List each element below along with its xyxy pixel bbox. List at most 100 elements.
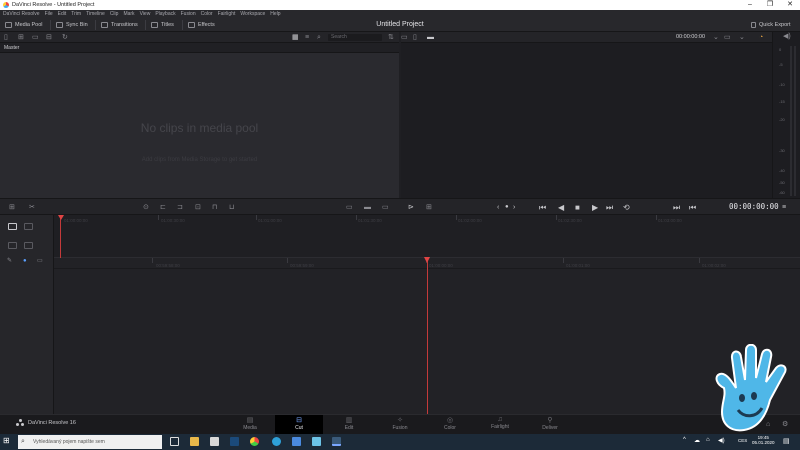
viewer-menu-icon[interactable]: ≡	[782, 199, 786, 216]
steam-icon[interactable]	[230, 437, 239, 446]
upper-playhead-handle[interactable]	[57, 215, 64, 220]
ruler-tick	[158, 215, 159, 220]
menu-davinci-resolve[interactable]: DaVinci Resolve	[3, 11, 40, 17]
smart-insert-icon[interactable]: ⊙	[143, 199, 149, 216]
close-up-icon[interactable]: ⊡	[195, 199, 201, 216]
notifications-icon[interactable]: ▤	[783, 437, 790, 445]
ripple-overwrite-icon[interactable]: ⊐	[177, 199, 183, 216]
prev-edit-icon[interactable]: ⏭	[673, 199, 680, 216]
titles-button[interactable]: Titles	[151, 20, 174, 30]
bin-master[interactable]: Master	[0, 43, 399, 53]
menu-fairlight[interactable]: Fairlight	[218, 11, 236, 17]
track-view-icon[interactable]: ▭	[37, 253, 43, 270]
play-reverse-icon[interactable]: ◀	[558, 199, 564, 216]
chrome-icon[interactable]	[250, 437, 259, 446]
track-lock-icon[interactable]	[24, 223, 33, 230]
zoom-fit-icon[interactable]: ▬	[364, 199, 371, 216]
transitions-button[interactable]: Transitions	[101, 20, 138, 30]
upper-playhead-line[interactable]	[60, 215, 61, 258]
menu-timeline[interactable]: Timeline	[86, 11, 105, 17]
toolbar-divider	[145, 20, 146, 30]
jog-icon[interactable]: ●	[505, 199, 509, 216]
effects-button[interactable]: Effects	[188, 20, 215, 30]
page-deliver[interactable]: ⚲ Deliver	[526, 415, 574, 435]
audio-waveform-icon[interactable]: ▭	[346, 199, 353, 216]
taskbar-search-input[interactable]: Vyhledávaný pojem napište sem	[18, 435, 162, 449]
ruler-tick	[356, 215, 357, 220]
track-color-icon[interactable]: ●	[23, 253, 27, 270]
network-icon[interactable]: ⌂	[706, 437, 710, 443]
next-clip-icon[interactable]: ›	[513, 199, 515, 216]
calculator-icon[interactable]	[210, 437, 219, 446]
menu-color[interactable]: Color	[201, 11, 213, 17]
page-cut[interactable]: ⊟ Cut	[275, 415, 323, 435]
meter-label: -30	[779, 148, 785, 153]
media-pool-area[interactable]: No clips in media pool Add clips from Me…	[0, 53, 399, 198]
speaker-icon[interactable]: ◀)	[783, 28, 791, 45]
next-edit-icon[interactable]: ⏮	[689, 199, 696, 216]
minimize-button[interactable]: –	[740, 0, 760, 10]
source-overwrite-icon[interactable]: ⊔	[229, 199, 234, 216]
maximize-button[interactable]: ❐	[760, 0, 780, 10]
empty-pool-subtitle: Add clips from Media Storage to get star…	[141, 157, 258, 163]
menu-clip[interactable]: Clip	[110, 11, 119, 17]
menu-view[interactable]: View	[140, 11, 151, 17]
playhead-line[interactable]	[427, 258, 428, 414]
windows-start-icon[interactable]: ⊞	[3, 436, 10, 445]
app-icon[interactable]	[292, 437, 301, 446]
menu-help[interactable]: Help	[270, 11, 280, 17]
go-to-end-icon[interactable]: ⏭	[606, 199, 613, 216]
meter-bar-right	[794, 46, 796, 196]
keyboard-language[interactable]: CES	[738, 438, 747, 443]
viewer-settings-icon[interactable]: ⊞	[426, 199, 432, 216]
page-label: Cut	[295, 425, 303, 431]
ruler-tick	[563, 258, 564, 263]
edit-track-icon[interactable]: ✎	[7, 253, 12, 270]
append-icon[interactable]: ⊏	[160, 199, 166, 216]
detail-zoom-icon[interactable]: ▭	[382, 199, 389, 216]
play-icon[interactable]: ▶	[592, 199, 598, 216]
upper-timeline[interactable]: 01:00:00:00 01:00:30:00 01:01:00:00 01:0…	[54, 215, 800, 258]
menu-fusion[interactable]: Fusion	[181, 11, 196, 17]
page-color[interactable]: ◎ Color	[426, 415, 474, 435]
track-select-icon[interactable]	[8, 223, 17, 230]
close-button[interactable]: ✕	[780, 0, 800, 10]
page-fairlight[interactable]: ♫ Fairlight	[476, 415, 524, 435]
menu-trim[interactable]: Trim	[71, 11, 81, 17]
viewer-source-icon[interactable]: ⊳	[408, 199, 414, 216]
video-track-icon[interactable]	[24, 242, 33, 249]
page-fusion[interactable]: ✧ Fusion	[376, 415, 424, 435]
meter-bar-left	[790, 46, 792, 196]
file-explorer-icon[interactable]	[190, 437, 199, 446]
volume-icon[interactable]: ◀)	[718, 437, 725, 444]
timeline-options-icon[interactable]: ⊞	[9, 199, 15, 216]
playhead-handle[interactable]	[424, 257, 430, 263]
system-clock[interactable]: 19:45 05.01.2020	[752, 435, 775, 445]
sync-bin-button[interactable]: Sync Bin	[56, 20, 88, 30]
tray-arrow-icon[interactable]: ^	[683, 437, 686, 443]
davinci-resolve-taskbar-icon[interactable]	[332, 437, 341, 446]
menu-playback[interactable]: Playback	[155, 11, 175, 17]
onedrive-icon[interactable]: ☁	[694, 437, 700, 444]
window-titlebar: DaVinci Resolve - Untitled Project	[0, 0, 800, 10]
viewer-canvas[interactable]	[401, 43, 772, 198]
cut-toolbar: ⊞ ✂ ⊙ ⊏ ⊐ ⊡ ⊓ ⊔ ▭ ▬ ▭ ⊳ ⊞ ‹ ● › ⏮ ◀ ■ ▶ …	[0, 198, 800, 215]
edge-icon[interactable]	[272, 437, 281, 446]
menu-mark[interactable]: Mark	[123, 11, 134, 17]
page-edit[interactable]: ▥ Edit	[325, 415, 373, 435]
app-icon[interactable]	[312, 437, 321, 446]
task-view-icon[interactable]	[170, 437, 179, 446]
audio-track-icon[interactable]	[8, 242, 17, 249]
cut-tool-icon[interactable]: ✂	[29, 199, 35, 216]
menu-edit[interactable]: Edit	[58, 11, 67, 17]
place-on-top-icon[interactable]: ⊓	[212, 199, 217, 216]
menu-workspace[interactable]: Workspace	[240, 11, 265, 17]
menu-file[interactable]: File	[45, 11, 53, 17]
go-to-start-icon[interactable]: ⏮	[539, 199, 546, 216]
loop-icon[interactable]: ⟲	[623, 199, 630, 216]
menu-bar: DaVinci Resolve File Edit Trim Timeline …	[0, 10, 800, 18]
page-media[interactable]: ▤ Media	[226, 415, 274, 435]
stop-icon[interactable]: ■	[575, 199, 580, 216]
prev-clip-icon[interactable]: ‹	[497, 199, 499, 216]
search-input[interactable]: Search	[328, 34, 382, 41]
